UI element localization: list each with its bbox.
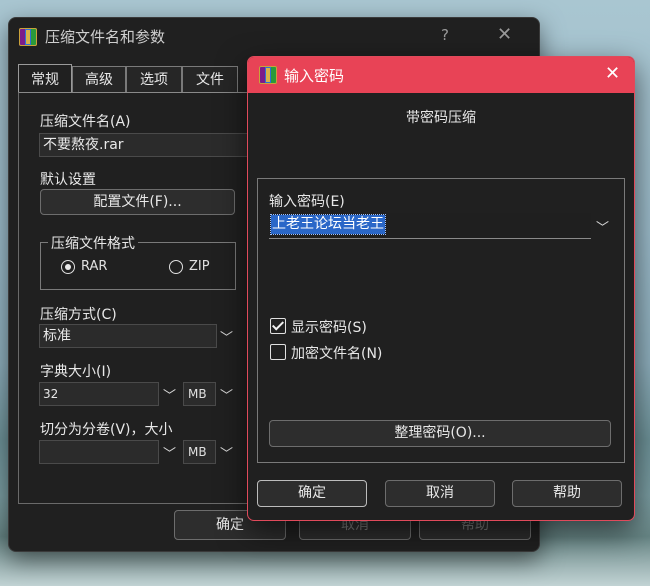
chevron-down-icon[interactable]: ﹀ [163,385,176,404]
rar-radio[interactable] [61,260,75,274]
rar-radio-label[interactable]: RAR [81,259,107,274]
chevron-down-icon[interactable]: ﹀ [220,443,233,462]
window-title: 压缩文件名和参数 [45,28,166,46]
tab-advanced[interactable]: 高级 [72,66,126,93]
split-volumes-label: 切分为分卷(V)，大小 [40,422,173,438]
password-dialog: 输入密码 ✕ 带密码压缩 输入密码(E) 上老王论坛当老王 ﹀ 显示密码(S) … [247,56,635,521]
compression-method-label: 压缩方式(C) [40,307,117,323]
winrar-icon [19,28,37,46]
help-button[interactable]: 帮助 [512,480,622,507]
encrypt-filenames-label[interactable]: 加密文件名(N) [291,343,382,363]
close-icon[interactable]: ✕ [497,24,512,45]
encrypt-filenames-checkbox[interactable] [270,344,286,360]
chevron-down-icon[interactable]: ﹀ [220,327,233,346]
winrar-icon [259,66,277,84]
title-bar[interactable]: 压缩文件名和参数 ? ✕ [9,18,539,54]
zip-radio-label[interactable]: ZIP [189,259,210,274]
tab-options[interactable]: 选项 [126,66,182,93]
split-size-input[interactable] [39,440,159,464]
profiles-button[interactable]: 配置文件(F)... [40,189,235,215]
show-password-label[interactable]: 显示密码(S) [291,317,367,337]
password-input[interactable]: 上老王论坛当老王 [269,213,591,239]
chevron-down-icon[interactable]: ﹀ [596,217,609,236]
show-password-checkbox[interactable] [270,318,286,334]
close-icon[interactable]: ✕ [605,63,620,84]
zip-radio[interactable] [169,260,183,274]
dictionary-size-label: 字典大小(I) [40,364,112,380]
default-settings-label: 默认设置 [40,172,96,188]
archive-format-title: 压缩文件格式 [48,233,138,253]
password-dialog-title-bar[interactable]: 输入密码 ✕ [248,57,634,93]
password-label: 输入密码(E) [269,194,345,210]
tab-files[interactable]: 文件 [182,66,238,93]
password-value: 上老王论坛当老王 [270,214,386,235]
tab-general[interactable]: 常规 [18,64,72,93]
password-dialog-title: 输入密码 [284,67,345,85]
archive-name-label: 压缩文件名(A) [40,114,131,130]
organize-passwords-button[interactable]: 整理密码(O)... [269,420,611,447]
dictionary-unit-select[interactable]: MB [183,382,216,406]
ok-button[interactable]: 确定 [257,480,367,507]
chevron-down-icon[interactable]: ﹀ [163,443,176,462]
chevron-down-icon[interactable]: ﹀ [220,385,233,404]
archive-name-input[interactable]: 不要熬夜.rar [39,133,269,157]
help-title-button[interactable]: ? [441,26,449,44]
split-unit-select[interactable]: MB [183,440,216,464]
cancel-button[interactable]: 取消 [385,480,495,507]
compression-method-select[interactable]: 标准 [39,324,217,348]
dictionary-size-select[interactable]: 32 [39,382,159,406]
password-dialog-heading: 带密码压缩 [406,110,476,126]
